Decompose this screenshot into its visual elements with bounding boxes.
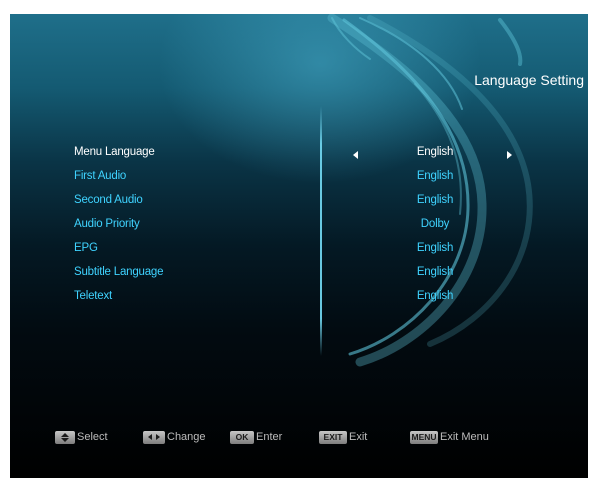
hint-change: Change bbox=[143, 430, 206, 444]
menu-label: Subtitle Language bbox=[74, 266, 164, 278]
hint-exit-menu: MENU Exit Menu bbox=[410, 430, 489, 444]
menu-row-subtitle-language[interactable]: Subtitle Language English bbox=[10, 264, 588, 284]
menu-row-first-audio[interactable]: First Audio English bbox=[10, 168, 588, 188]
arrow-left-icon[interactable] bbox=[353, 151, 358, 159]
menu-label: EPG bbox=[74, 242, 98, 254]
menu-value: English bbox=[416, 266, 454, 278]
hint-label: Enter bbox=[256, 431, 283, 443]
menu-row-teletext[interactable]: Teletext English bbox=[10, 288, 588, 308]
hint-label: Exit bbox=[349, 431, 368, 443]
menu-label: Menu Language bbox=[74, 146, 155, 158]
left-right-icon bbox=[143, 430, 165, 444]
up-down-icon bbox=[55, 430, 75, 444]
menu-value: English bbox=[416, 290, 454, 302]
menu-label: Audio Priority bbox=[74, 218, 140, 230]
hint-exit: EXIT Exit bbox=[319, 430, 367, 444]
menu-value: English bbox=[416, 146, 454, 158]
menu-row-epg[interactable]: EPG English bbox=[10, 240, 588, 260]
menu-value: Dolby bbox=[420, 218, 450, 230]
page-title: Language Setting bbox=[474, 72, 584, 88]
menu-label: First Audio bbox=[74, 170, 127, 182]
menu-value: English bbox=[416, 242, 454, 254]
menu-row-menu-language[interactable]: Menu Language English bbox=[10, 144, 588, 164]
ok-key-icon: OK bbox=[230, 430, 254, 444]
hint-label: Exit Menu bbox=[440, 431, 489, 443]
tv-screen: Language Setting Menu Language English F… bbox=[10, 14, 588, 478]
menu-label: Second Audio bbox=[74, 194, 143, 206]
menu-value: English bbox=[416, 170, 454, 182]
menu-key-icon: MENU bbox=[410, 430, 438, 444]
menu-row-audio-priority[interactable]: Audio Priority Dolby bbox=[10, 216, 588, 236]
menu-row-second-audio[interactable]: Second Audio English bbox=[10, 192, 588, 212]
hint-select: Select bbox=[55, 430, 108, 444]
footer-hints: Select Change OK Enter EXIT Exit MENU Ex… bbox=[10, 426, 588, 450]
arrow-right-icon[interactable] bbox=[507, 151, 512, 159]
hint-label: Select bbox=[77, 431, 108, 443]
menu-label: Teletext bbox=[74, 290, 113, 302]
hint-enter: OK Enter bbox=[230, 430, 282, 444]
hint-label: Change bbox=[167, 431, 206, 443]
exit-key-icon: EXIT bbox=[319, 430, 347, 444]
menu-value: English bbox=[416, 194, 454, 206]
